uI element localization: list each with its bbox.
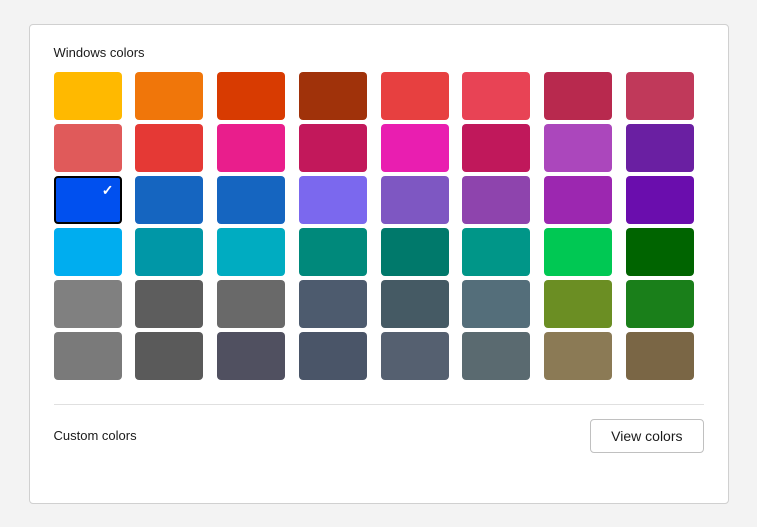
color-swatch-1-0[interactable] (54, 124, 122, 172)
color-swatch-4-6[interactable] (544, 280, 612, 328)
color-swatch-1-3[interactable] (299, 124, 367, 172)
color-swatch-5-5[interactable] (462, 332, 530, 380)
color-swatch-4-5[interactable] (462, 280, 530, 328)
color-swatch-4-4[interactable] (381, 280, 449, 328)
color-swatch-4-7[interactable] (626, 280, 694, 328)
color-swatch-4-0[interactable] (54, 280, 122, 328)
color-swatch-2-6[interactable] (544, 176, 612, 224)
color-swatch-1-7[interactable] (626, 124, 694, 172)
color-swatch-5-3[interactable] (299, 332, 367, 380)
color-swatch-4-1[interactable] (135, 280, 203, 328)
color-swatch-0-0[interactable] (54, 72, 122, 120)
color-swatch-2-4[interactable] (381, 176, 449, 224)
color-swatch-2-5[interactable] (462, 176, 530, 224)
color-swatch-3-2[interactable] (217, 228, 285, 276)
color-swatch-0-4[interactable] (381, 72, 449, 120)
color-swatch-3-4[interactable] (381, 228, 449, 276)
color-swatch-5-0[interactable] (54, 332, 122, 380)
color-swatch-0-7[interactable] (626, 72, 694, 120)
color-swatch-1-5[interactable] (462, 124, 530, 172)
color-swatch-5-4[interactable] (381, 332, 449, 380)
view-colors-button[interactable]: View colors (590, 419, 703, 453)
color-swatch-3-7[interactable] (626, 228, 694, 276)
color-swatch-4-2[interactable] (217, 280, 285, 328)
color-swatch-5-6[interactable] (544, 332, 612, 380)
windows-colors-title: Windows colors (54, 45, 704, 60)
color-swatch-2-1[interactable] (135, 176, 203, 224)
color-swatch-1-1[interactable] (135, 124, 203, 172)
color-swatch-0-6[interactable] (544, 72, 612, 120)
color-swatch-0-1[interactable] (135, 72, 203, 120)
color-swatch-3-6[interactable] (544, 228, 612, 276)
footer: Custom colors View colors (54, 419, 704, 453)
divider (54, 404, 704, 405)
color-swatch-2-0[interactable] (54, 176, 122, 224)
color-swatch-3-1[interactable] (135, 228, 203, 276)
color-swatch-5-2[interactable] (217, 332, 285, 380)
color-swatch-5-1[interactable] (135, 332, 203, 380)
color-swatch-3-5[interactable] (462, 228, 530, 276)
color-swatch-4-3[interactable] (299, 280, 367, 328)
color-swatch-0-3[interactable] (299, 72, 367, 120)
color-grid (54, 72, 704, 380)
color-swatch-0-2[interactable] (217, 72, 285, 120)
color-swatch-0-5[interactable] (462, 72, 530, 120)
color-swatch-2-7[interactable] (626, 176, 694, 224)
color-swatch-2-2[interactable] (217, 176, 285, 224)
color-swatch-3-0[interactable] (54, 228, 122, 276)
color-swatch-1-6[interactable] (544, 124, 612, 172)
color-swatch-1-4[interactable] (381, 124, 449, 172)
custom-colors-label: Custom colors (54, 428, 137, 443)
color-swatch-5-7[interactable] (626, 332, 694, 380)
color-picker-panel: Windows colors Custom colors View colors (29, 24, 729, 504)
color-swatch-2-3[interactable] (299, 176, 367, 224)
color-swatch-1-2[interactable] (217, 124, 285, 172)
color-swatch-3-3[interactable] (299, 228, 367, 276)
